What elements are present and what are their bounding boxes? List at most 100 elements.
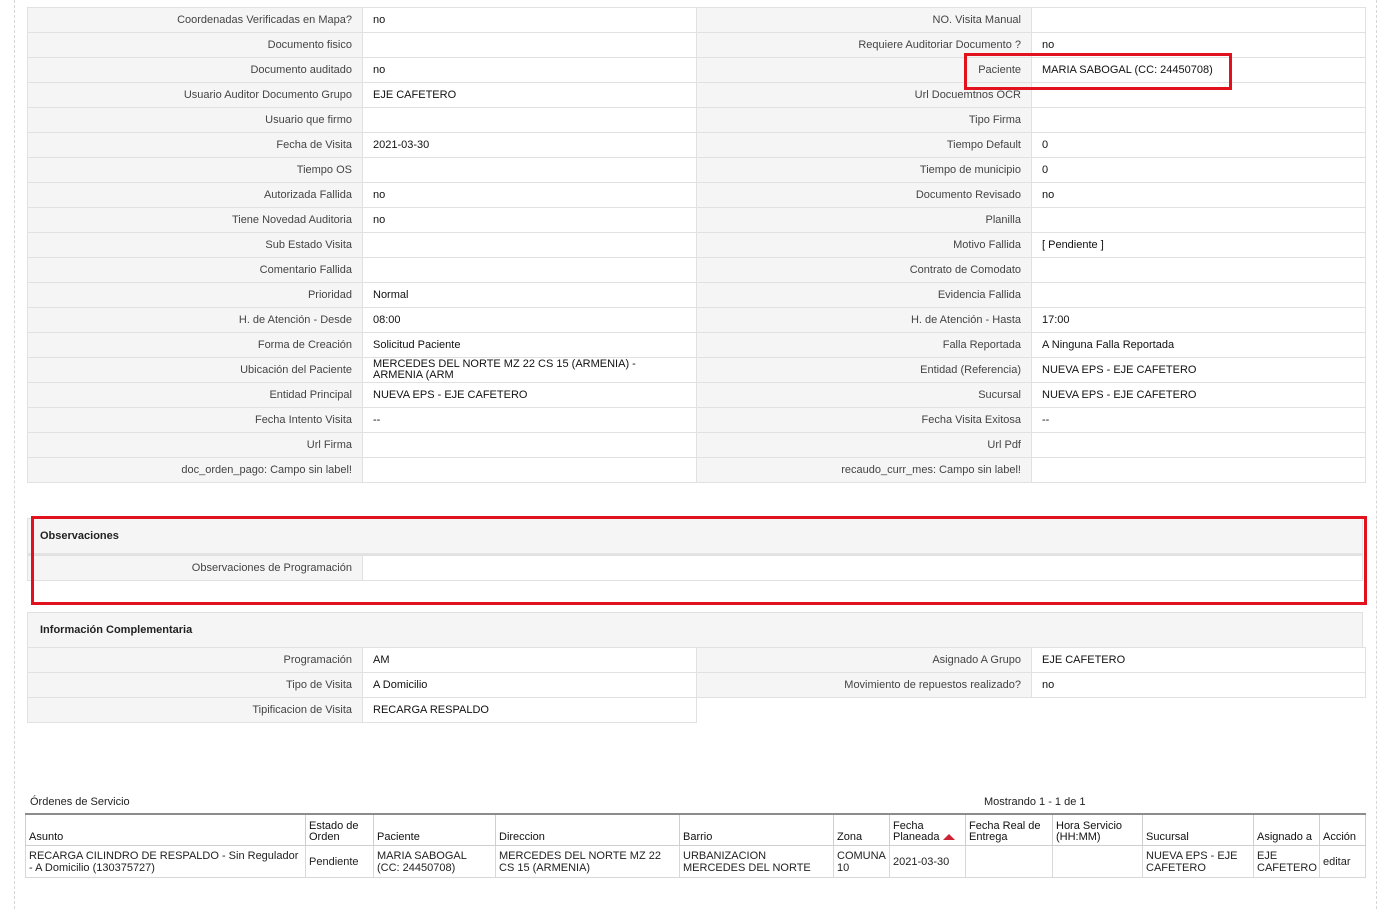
detail-row: doc_orden_pago: Campo sin label! recaudo_… (27, 457, 1366, 483)
column-header[interactable]: Fecha Real de Entrega (965, 813, 1053, 846)
field-value: -- (1031, 407, 1366, 433)
highlight-box-paciente (964, 53, 1232, 90)
cell-text: Pendiente (309, 855, 359, 868)
column-header[interactable]: Sucursal (1142, 813, 1254, 846)
detail-row: Tiempo OS Tiempo de municipio 0 (27, 157, 1366, 183)
field-label: Usuario que firmo (27, 107, 363, 133)
detail-row: Fecha de Visita 2021-03-30 Tiempo Default 0 (27, 132, 1366, 158)
field-label: Motivo Fallida (696, 232, 1032, 258)
detail-row: Comentario Fallida Contrato de Comodato (27, 257, 1366, 283)
cell-text: 2021-03-30 (893, 855, 950, 868)
field-value: 0 (1031, 132, 1366, 158)
detail-row: Forma de Creación Solicitud Paciente Falla… (27, 332, 1366, 358)
column-header[interactable]: Acción (1319, 813, 1366, 846)
detail-row: Sub Estado Visita Motivo Fallida[ Pendien… (27, 232, 1366, 258)
field-value (362, 32, 697, 58)
field-value (1031, 432, 1366, 458)
table-cell: MERCEDES DEL NORTE MZ 22 CS 15 (ARMENIA) (495, 845, 680, 878)
column-header[interactable]: Estado de Orden (305, 813, 374, 846)
field-value (1031, 457, 1366, 483)
table-cell: COMUNA 10 (833, 845, 890, 878)
field-label: Sub Estado Visita (27, 232, 363, 258)
cell-text: EJE CAFETERO (1257, 849, 1317, 874)
field-label: Tiempo OS (27, 157, 363, 183)
column-header[interactable]: Hora Servicio (HH:MM) (1052, 813, 1143, 846)
field-label: Url Pdf (696, 432, 1032, 458)
edit-link[interactable]: editar (1323, 856, 1351, 868)
column-header-label: Acción (1323, 831, 1357, 843)
field-value (362, 232, 697, 258)
field-label: Ubicación del Paciente (27, 357, 363, 383)
field-value: EJE CAFETERO (362, 82, 697, 108)
table-cell: Pendiente (305, 845, 374, 878)
cell-text: RECARGA CILINDRO DE RESPALDO - Sin Regul… (29, 849, 299, 874)
cell-text: MERCEDES DEL NORTE MZ 22 CS 15 (ARMENIA) (499, 849, 661, 874)
field-value: no (1031, 672, 1366, 698)
page-frame-right (1376, 0, 1377, 909)
field-value: A Ninguna Falla Reportada (1031, 332, 1366, 358)
cell-text: MARIA SABOGAL (CC: 24450708) (377, 849, 467, 874)
complementaria-table: Programación AM Asignado A Grupo EJE CAFETE… (27, 647, 1366, 723)
field-value: 08:00 (362, 307, 697, 333)
column-header-label: Estado de Orden (309, 820, 359, 843)
field-value (1031, 282, 1366, 308)
field-label: Contrato de Comodato (696, 257, 1032, 283)
field-label: H. de Atención - Desde (27, 307, 363, 333)
column-header-label: Fecha Real de Entrega (969, 820, 1041, 843)
field-label: Tipo Firma (696, 107, 1032, 133)
column-header[interactable]: Asignado a (1253, 813, 1320, 846)
table-cell: RECARGA CILINDRO DE RESPALDO - Sin Regul… (25, 845, 306, 878)
field-label: Url Firma (27, 432, 363, 458)
field-value: NUEVA EPS - EJE CAFETERO (1031, 357, 1366, 383)
field-value (362, 432, 697, 458)
column-header-label: Asunto (29, 831, 64, 843)
column-header[interactable]: Asunto (25, 813, 306, 846)
detail-row: Tiene Novedad Auditoria no Planilla (27, 207, 1366, 233)
complementaria-row: Programación AM Asignado A Grupo EJE CAFETE… (27, 647, 1366, 673)
column-header-label: Asignado a (1257, 831, 1313, 843)
field-label: Entidad (Referencia) (696, 357, 1032, 383)
field-label: Movimiento de repuestos realizado? (696, 672, 1032, 698)
column-header[interactable]: Fecha Planeada (889, 813, 966, 846)
field-label: Usuario Auditor Documento Grupo (27, 82, 363, 108)
field-label: Documento auditado (27, 57, 363, 83)
field-label: recaudo_curr_mes: Campo sin label! (696, 457, 1032, 483)
sort-ascending-icon[interactable] (942, 834, 955, 841)
field-value (1031, 207, 1366, 233)
detail-row: Url Firma Url Pdf (27, 432, 1366, 458)
field-value: AM (362, 647, 697, 673)
detail-row: Usuario que firmo Tipo Firma (27, 107, 1366, 133)
field-label: Coordenadas Verificadas en Mapa? (27, 7, 363, 33)
detail-row: Autorizada Fallida no Documento Revisado no (27, 182, 1366, 208)
column-header[interactable]: Paciente (373, 813, 496, 846)
column-header[interactable]: Direccion (495, 813, 680, 846)
field-label: Fecha de Visita (27, 132, 363, 158)
cell-text: URBANIZACION MERCEDES DEL NORTE (683, 849, 811, 874)
field-label: Fecha Intento Visita (27, 407, 363, 433)
field-value: EJE CAFETERO (1031, 647, 1366, 673)
field-value (1031, 7, 1366, 33)
cell-text: COMUNA 10 (837, 849, 886, 874)
table-cell: 2021-03-30 (889, 845, 966, 878)
field-label: Tipo de Visita (27, 672, 363, 698)
detail-row: Ubicación del Paciente MERCEDES DEL NORTE… (27, 357, 1366, 383)
field-value: MERCEDES DEL NORTE MZ 22 CS 15 (ARMENIA)… (362, 357, 697, 383)
field-value: RECARGA RESPALDO (362, 697, 697, 723)
column-header[interactable]: Zona (833, 813, 890, 846)
field-label: Documento fisico (27, 32, 363, 58)
field-value (362, 107, 697, 133)
field-label: Evidencia Fallida (696, 282, 1032, 308)
field-label: Asignado A Grupo (696, 647, 1032, 673)
table-cell (1052, 845, 1143, 878)
ordenes-table: Asunto Estado de Orden Paciente Direccion Ba… (25, 813, 1366, 878)
column-header[interactable]: Barrio (679, 813, 834, 846)
field-value: A Domicilio (362, 672, 697, 698)
detail-row: Fecha Intento Visita -- Fecha Visita Exito… (27, 407, 1366, 433)
detail-row: H. de Atención - Desde 08:00 H. de Atenció… (27, 307, 1366, 333)
empty-cell (1031, 697, 1366, 723)
field-label: Tipificacion de Visita (27, 697, 363, 723)
column-header-label: Sucursal (1146, 831, 1189, 843)
field-label: Documento Revisado (696, 182, 1032, 208)
detail-row: Prioridad Normal Evidencia Fallida (27, 282, 1366, 308)
column-header-label: Paciente (377, 831, 420, 843)
